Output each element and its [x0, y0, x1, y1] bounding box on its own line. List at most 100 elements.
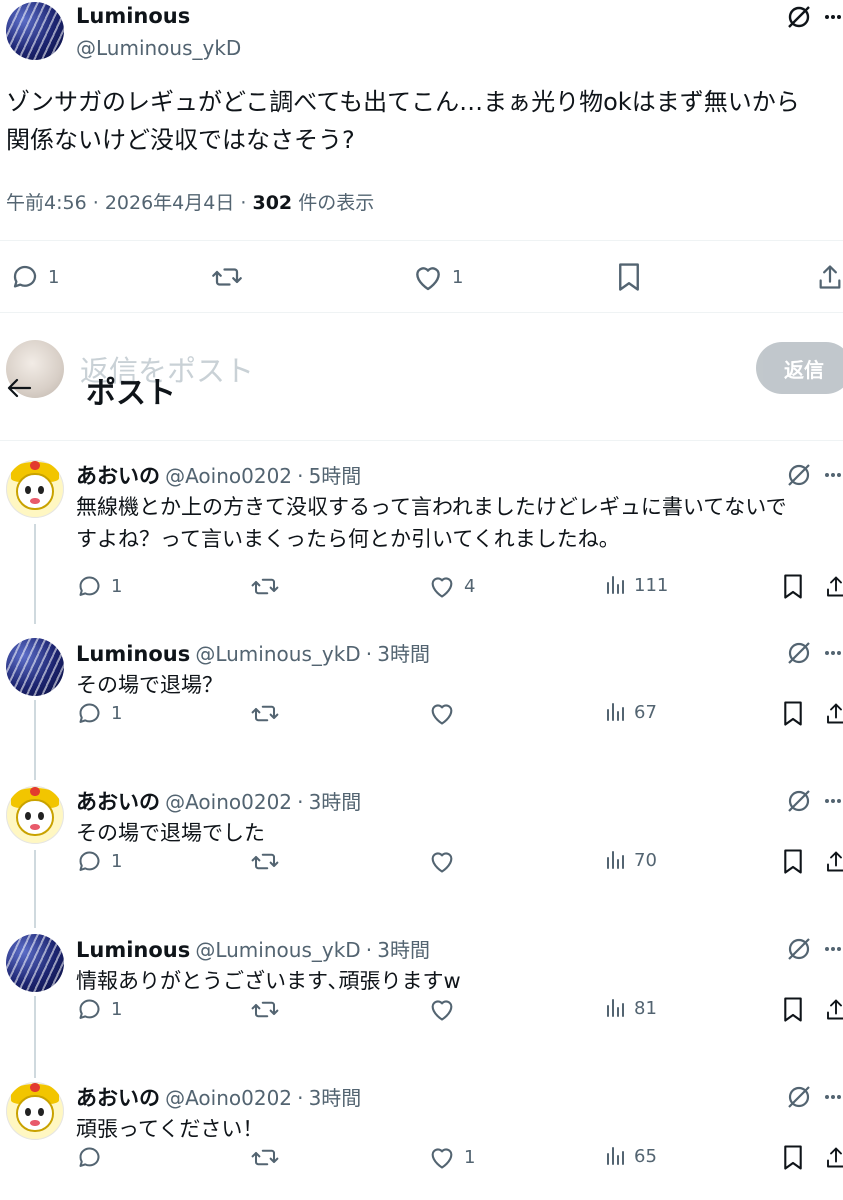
reply-button[interactable]: 1	[76, 996, 122, 1023]
separator: ·	[365, 642, 373, 666]
reply-count: 1	[111, 576, 123, 597]
more-icon[interactable]	[824, 1094, 842, 1100]
like-button[interactable]: 1	[412, 262, 463, 292]
author-handle[interactable]: @Luminous_ykD	[195, 642, 360, 666]
reply-button[interactable]: 1	[10, 262, 59, 292]
grok-icon[interactable]	[786, 936, 812, 962]
repost-icon	[210, 262, 244, 292]
reply-button[interactable]	[76, 1144, 111, 1171]
reply-button[interactable]: 1	[76, 700, 122, 727]
reply-button[interactable]: 1	[76, 573, 122, 600]
views-icon	[604, 996, 628, 1020]
back-arrow-icon[interactable]	[6, 376, 32, 400]
grok-icon[interactable]	[786, 1084, 812, 1110]
author-handle[interactable]: @Aoino0202	[165, 464, 292, 488]
post-time[interactable]: 5時間	[309, 464, 362, 488]
share-button[interactable]	[824, 700, 843, 727]
bookmark-button[interactable]	[782, 996, 804, 1023]
post-time[interactable]: 3時間	[309, 1086, 362, 1110]
repost-button[interactable]	[250, 573, 280, 600]
reply-text-line: 頑張ってください！	[76, 1117, 264, 1141]
post-text-line: ゾンサガのレギュがどこ調べても出てこん…まぁ光り物okはまず無いから	[6, 88, 800, 116]
avatar[interactable]	[6, 638, 64, 696]
views-button[interactable]: 81	[604, 996, 657, 1020]
repost-button[interactable]	[250, 996, 280, 1023]
author-name[interactable]: Luminous	[76, 938, 190, 962]
divider	[0, 312, 843, 313]
share-button[interactable]	[824, 1144, 843, 1171]
avatar[interactable]	[6, 1082, 64, 1140]
reply-button[interactable]: 1	[76, 848, 122, 875]
separator: ·	[297, 790, 304, 814]
reply-text-line: 無線機とか上の方きて没収するって言われましたけどレギュに書いてないで	[76, 495, 787, 519]
views-label: 件の表示	[298, 192, 375, 214]
repost-icon	[250, 1144, 280, 1171]
author-name[interactable]: あおいの	[76, 1086, 160, 1110]
views-count: 111	[634, 574, 669, 596]
share-button[interactable]	[824, 848, 843, 875]
post-text-line: 関係ないけど没収ではなさそう?	[6, 126, 355, 154]
author-name[interactable]: あおいの	[76, 464, 160, 488]
views-count: 81	[634, 997, 657, 1019]
like-button[interactable]	[428, 700, 464, 726]
like-button[interactable]: 4	[428, 573, 475, 599]
post-time[interactable]: 3時間	[377, 642, 430, 666]
grok-icon[interactable]	[786, 788, 812, 814]
repost-icon	[250, 996, 280, 1023]
more-icon[interactable]	[824, 14, 842, 20]
author-name[interactable]: Luminous	[76, 4, 190, 28]
grok-icon[interactable]	[786, 462, 812, 488]
more-icon[interactable]	[824, 472, 842, 478]
bookmark-button[interactable]	[782, 573, 804, 600]
views-icon	[604, 1144, 628, 1168]
like-button[interactable]	[428, 848, 464, 874]
repost-button[interactable]	[210, 262, 244, 292]
views-button[interactable]: 65	[604, 1144, 657, 1168]
share-button[interactable]	[824, 996, 843, 1023]
views-button[interactable]: 67	[604, 700, 657, 724]
views-button[interactable]: 70	[604, 848, 657, 872]
separator: ·	[240, 192, 247, 214]
author-handle[interactable]: @Aoino0202	[165, 1086, 292, 1110]
like-icon	[428, 573, 456, 599]
avatar[interactable]	[6, 934, 64, 992]
share-button[interactable]	[824, 573, 843, 600]
author-handle[interactable]: @Luminous_ykD	[195, 938, 360, 962]
bookmark-icon	[782, 573, 804, 600]
divider	[0, 440, 843, 441]
author-name[interactable]: Luminous	[76, 642, 190, 666]
more-icon[interactable]	[824, 798, 842, 804]
repost-button[interactable]	[250, 700, 280, 727]
author-handle[interactable]: @Luminous_ykD	[76, 36, 241, 60]
share-icon	[816, 262, 843, 292]
reply-submit-button[interactable]: 返信	[756, 342, 843, 394]
views-count: 65	[634, 1145, 657, 1167]
separator: ·	[365, 938, 373, 962]
like-button[interactable]	[428, 996, 464, 1022]
views-button[interactable]: 111	[604, 573, 668, 597]
post-time[interactable]: 3時間	[309, 790, 362, 814]
like-button[interactable]: 1	[428, 1144, 475, 1170]
author-handle[interactable]: @Aoino0202	[165, 790, 292, 814]
repost-button[interactable]	[250, 848, 280, 875]
more-icon[interactable]	[824, 650, 842, 656]
reply-header: あおいの @Aoino0202 · 3時間	[76, 1082, 361, 1112]
bookmark-button[interactable]	[782, 700, 804, 727]
bookmark-button[interactable]	[616, 262, 642, 292]
separator: ·	[297, 1086, 304, 1110]
bookmark-button[interactable]	[782, 1144, 804, 1171]
bookmark-button[interactable]	[782, 848, 804, 875]
post-date[interactable]: 2026年4月4日	[105, 192, 235, 214]
post-time[interactable]: 3時間	[377, 938, 430, 962]
repost-button[interactable]	[250, 1144, 280, 1171]
avatar[interactable]	[6, 786, 64, 844]
grok-icon[interactable]	[786, 4, 812, 30]
author-name[interactable]: あおいの	[76, 790, 160, 814]
post-time[interactable]: 午前4:56	[6, 192, 87, 214]
more-icon[interactable]	[824, 946, 842, 952]
grok-icon[interactable]	[786, 640, 812, 666]
share-icon	[824, 700, 843, 727]
share-button[interactable]	[816, 262, 843, 292]
avatar[interactable]	[6, 2, 64, 60]
avatar[interactable]	[6, 460, 64, 518]
